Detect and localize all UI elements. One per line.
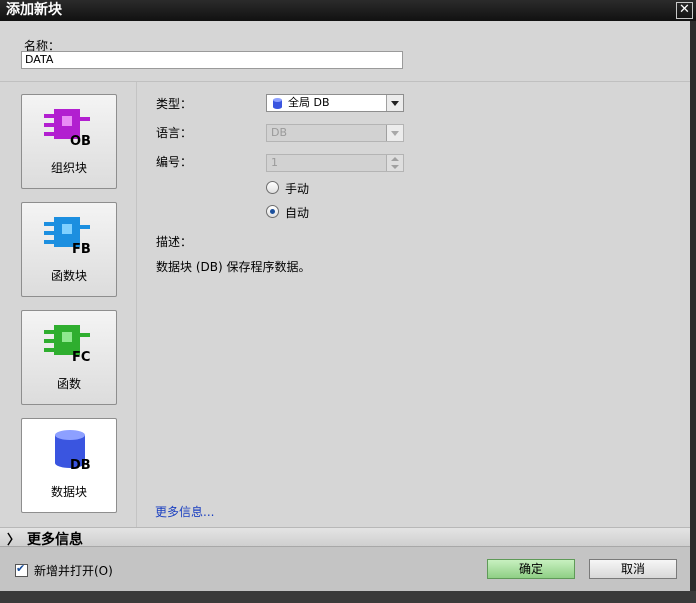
description-label: 描述：: [156, 235, 193, 249]
language-value: DB: [271, 126, 288, 139]
block-type-fc-button[interactable]: FC 函数: [21, 310, 117, 405]
type-label: 类型：: [156, 97, 193, 111]
block-type-ob-button[interactable]: OB 组织块: [21, 94, 117, 189]
dialog-footer: 新增并打开(O) 确定 取消: [0, 547, 690, 591]
type-dropdown[interactable]: 全局 DB: [266, 94, 404, 112]
add-and-open-label: 新增并打开(O): [34, 564, 113, 578]
ob-block-icon: OB: [44, 109, 91, 147]
number-stepper: 1: [266, 154, 404, 172]
radio-auto-label: 自动: [285, 206, 310, 220]
fb-block-icon: FB: [44, 217, 91, 255]
block-type-fb-button[interactable]: FB 函数块: [21, 202, 117, 297]
number-label: 编号：: [156, 155, 193, 169]
close-button[interactable]: ✕: [676, 2, 693, 19]
language-dropdown: DB: [266, 124, 404, 142]
name-input[interactable]: DATA: [21, 51, 403, 69]
database-icon: DB: [55, 430, 91, 471]
divider: [136, 82, 137, 527]
chevron-down-icon[interactable]: [386, 95, 403, 111]
ok-button[interactable]: 确定: [487, 559, 575, 579]
radio-button[interactable]: [266, 181, 279, 194]
radio-button[interactable]: [266, 205, 279, 218]
fc-block-icon: FC: [44, 325, 90, 363]
background-window-edge: [690, 21, 696, 603]
block-type-label: 函数块: [50, 269, 87, 283]
dialog-title: 添加新块: [6, 2, 62, 18]
cancel-button[interactable]: 取消: [589, 559, 677, 579]
chevron-down-icon: [386, 125, 403, 141]
fb-badge: FB: [72, 242, 91, 255]
type-value: 全局 DB: [288, 96, 330, 109]
number-value: 1: [271, 156, 278, 169]
description-text: 数据块 (DB) 保存程序数据。: [156, 260, 311, 274]
block-type-label: 函数: [56, 377, 81, 391]
more-info-title: 更多信息: [27, 532, 83, 548]
block-type-label: 数据块: [50, 485, 87, 499]
more-info-link[interactable]: 更多信息...: [155, 503, 214, 520]
spin-up-icon: [386, 155, 403, 163]
add-block-dialog: 名称： DATA OB 组织块 FB 函数块 FC 函数 DB 数据块 类型： …: [0, 21, 690, 591]
block-type-label: 组织块: [50, 161, 87, 175]
db-badge: DB: [70, 458, 91, 471]
block-type-panel: OB 组织块 FB 函数块 FC 函数 DB 数据块: [0, 82, 136, 527]
radio-manual-label: 手动: [285, 182, 310, 196]
database-icon: [273, 98, 282, 109]
ob-badge: OB: [70, 134, 91, 147]
fc-badge: FC: [72, 350, 90, 363]
spin-down-icon: [386, 163, 403, 171]
add-and-open-checkbox[interactable]: [15, 562, 28, 577]
more-info-expander[interactable]: 〉 更多信息: [0, 527, 690, 548]
title-bar: 添加新块 ✕: [0, 0, 696, 21]
language-label: 语言：: [156, 126, 193, 140]
chevron-right-icon[interactable]: 〉: [7, 529, 20, 548]
background-window-edge: [0, 591, 696, 603]
block-type-db-button[interactable]: DB 数据块: [21, 418, 117, 513]
